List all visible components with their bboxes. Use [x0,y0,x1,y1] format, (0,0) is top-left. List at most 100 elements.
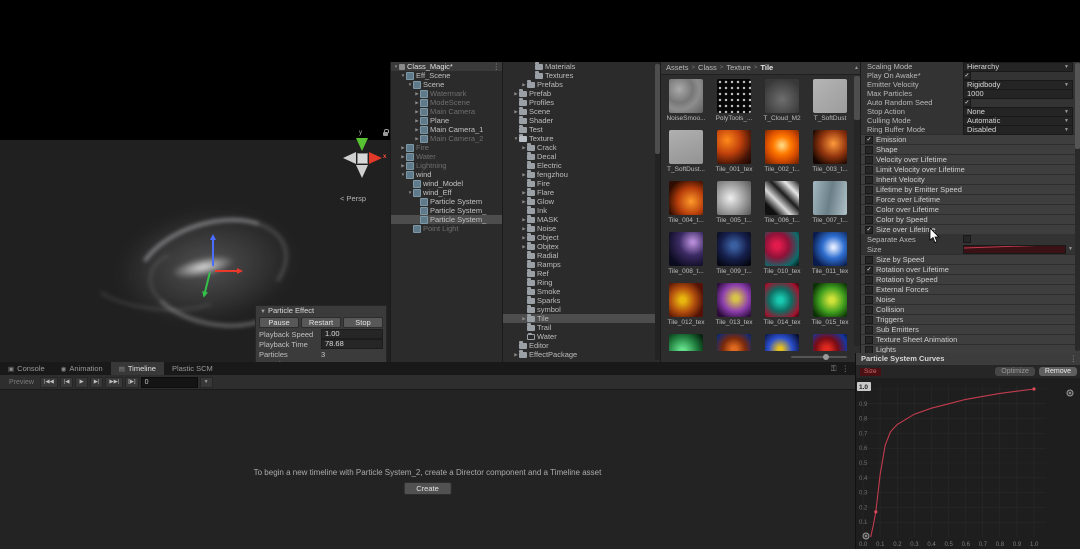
breadcrumb-item-assets[interactable]: Assets [666,62,689,74]
field-checkbox[interactable]: ✓ [963,99,971,107]
field-input[interactable]: 1000 [963,89,1073,99]
module-header-shape[interactable]: Shape [861,144,1080,154]
scene-orientation-gizmo[interactable]: y x [336,132,388,190]
field-dropdown[interactable]: Hierarchy▼ [963,62,1073,72]
remove-button[interactable]: Remove [1039,367,1077,376]
asset-tile[interactable]: Tile_015_tex [813,283,847,326]
texture-thumbnail[interactable] [669,283,703,317]
folder-item-fire[interactable]: Fire [503,179,661,188]
texture-thumbnail[interactable] [669,181,703,215]
texture-thumbnail[interactable] [669,130,703,164]
tab-animation[interactable]: ◉Animation [53,362,111,375]
module-header-emission[interactable]: ✓Emission [861,134,1080,144]
step-forward-button[interactable]: ▶| [90,377,104,388]
asset-tile[interactable]: PolyTools_... [717,79,751,122]
texture-thumbnail[interactable] [813,232,847,266]
folder-item-trail[interactable]: Trail [503,323,661,332]
play-button[interactable]: ▶ [75,377,87,388]
folder-item-noise[interactable]: ▶Noise [503,224,661,233]
lock-icon[interactable] [383,132,388,136]
hierarchy-item-scene[interactable]: ▼Scene [391,80,503,89]
size-curve-graph[interactable]: 0.00.10.20.30.40.50.60.70.80.91.01.00.90… [856,379,1080,549]
folder-item-radial[interactable]: Radial [503,251,661,260]
folder-item-ref[interactable]: Ref [503,269,661,278]
folder-item-ink[interactable]: Ink [503,206,661,215]
size-curve-field[interactable] [963,245,1066,254]
module-header-size-by-speed[interactable]: Size by Speed [861,254,1080,264]
module-header-lifetime-by-emitter-speed[interactable]: Lifetime by Emitter Speed [861,184,1080,194]
skip-to-start-button[interactable]: |◀◀ [40,377,58,388]
field-checkbox[interactable]: ✓ [963,72,971,80]
module-checkbox[interactable] [865,296,873,304]
kebab-menu-icon[interactable]: ⋮ [493,62,501,71]
field-value[interactable]: 1.00 [321,329,383,339]
folder-item-editor[interactable]: Editor [503,341,661,350]
hierarchy-item-wind-eff[interactable]: ▼wind_Eff [391,188,503,197]
folder-item-smoke[interactable]: Smoke [503,287,661,296]
create-button[interactable]: Create [403,482,452,495]
folder-item-sparks[interactable]: Sparks [503,296,661,305]
module-header-limit-velocity-over-lifetime[interactable]: Limit Velocity over Lifetime [861,164,1080,174]
lock-icon[interactable]: ⚿ [831,364,837,374]
asset-tile[interactable]: Tile_013_tex [717,283,751,326]
module-header-inherit-velocity[interactable]: Inherit Velocity [861,174,1080,184]
texture-thumbnail[interactable] [669,232,703,266]
module-checkbox[interactable] [865,206,873,214]
hierarchy-item-class-magic-[interactable]: ▼Class_Magic*⋮ [391,62,503,71]
scroll-up-icon[interactable]: ▲ [854,65,859,71]
field-value[interactable]: 78.68 [321,339,383,349]
folder-item-profiles[interactable]: Profiles [503,98,661,107]
folder-item-fengzhou[interactable]: ▶fengzhou [503,170,661,179]
folder-item-scene[interactable]: ▶Scene [503,107,661,116]
module-checkbox[interactable] [865,286,873,294]
module-header-rotation-over-lifetime[interactable]: ✓Rotation over Lifetime [861,264,1080,274]
hierarchy-item-watermark[interactable]: ▶Watermark [391,89,503,98]
gizmo-center-cube[interactable] [357,153,368,164]
curves-panel-header[interactable]: Particle System Curves ⋮ [856,353,1080,365]
frame-counter-field[interactable]: 0 [141,377,198,388]
texture-thumbnail[interactable] [717,283,751,317]
step-back-button[interactable]: |◀ [60,377,74,388]
scrollbar[interactable] [1075,63,1080,351]
folder-item-flare[interactable]: ▶Flare [503,188,661,197]
asset-tile[interactable]: T_Cloud_M2 [765,79,799,122]
asset-tile[interactable]: NoiseSmoo... [669,79,703,122]
hierarchy-item-modescene[interactable]: ▶ModeScene [391,98,503,107]
texture-thumbnail[interactable] [813,130,847,164]
folder-item-ring[interactable]: Ring [503,278,661,287]
module-checkbox[interactable] [865,346,873,354]
module-checkbox[interactable] [865,256,873,264]
texture-thumbnail[interactable] [813,181,847,215]
asset-tile[interactable]: Tile_002_t... [765,130,799,173]
hierarchy-item-main-camera-2[interactable]: ▶Main Camera_2 [391,134,503,143]
hierarchy-item-plane[interactable]: ▶Plane [391,116,503,125]
module-header-color-by-speed[interactable]: Color by Speed [861,214,1080,224]
curve-tag-size[interactable]: Size [860,368,881,376]
texture-thumbnail[interactable] [765,181,799,215]
tab-console[interactable]: ▣Console [0,362,53,375]
asset-tile[interactable]: Tile_004_t... [669,181,703,224]
module-checkbox[interactable] [865,216,873,224]
texture-thumbnail[interactable] [813,283,847,317]
texture-thumbnail[interactable] [717,232,751,266]
asset-tile[interactable]: Tile_014_tex [765,283,799,326]
scrollbar-thumb[interactable] [1075,63,1080,149]
gizmo-left-cone[interactable] [337,152,356,164]
module-checkbox[interactable] [865,146,873,154]
foldout-icon[interactable]: ▼ [260,309,266,315]
separate-axes-checkbox[interactable] [963,235,971,243]
texture-thumbnail[interactable] [765,130,799,164]
gizmo-z-axis[interactable] [212,236,214,266]
breadcrumb-item-texture[interactable]: Texture [726,62,751,74]
folder-item-crack[interactable]: ▶Crack [503,143,661,152]
folder-item-effectpackage[interactable]: ▶EffectPackage [503,350,661,359]
kebab-menu-icon[interactable]: ⋮ [1070,353,1078,365]
module-header-noise[interactable]: Noise [861,294,1080,304]
stop-button[interactable]: Stop [343,317,383,328]
hierarchy-item-eff-scene[interactable]: ▼Eff_Scene [391,71,503,80]
folder-item-materials[interactable]: Materials [503,62,661,71]
hierarchy-item-point-light[interactable]: Point Light [391,224,503,233]
hierarchy-item-particle-system[interactable]: Particle System [391,197,503,206]
folder-item-mask[interactable]: ▶MASK [503,215,661,224]
texture-thumbnail[interactable] [813,79,847,113]
